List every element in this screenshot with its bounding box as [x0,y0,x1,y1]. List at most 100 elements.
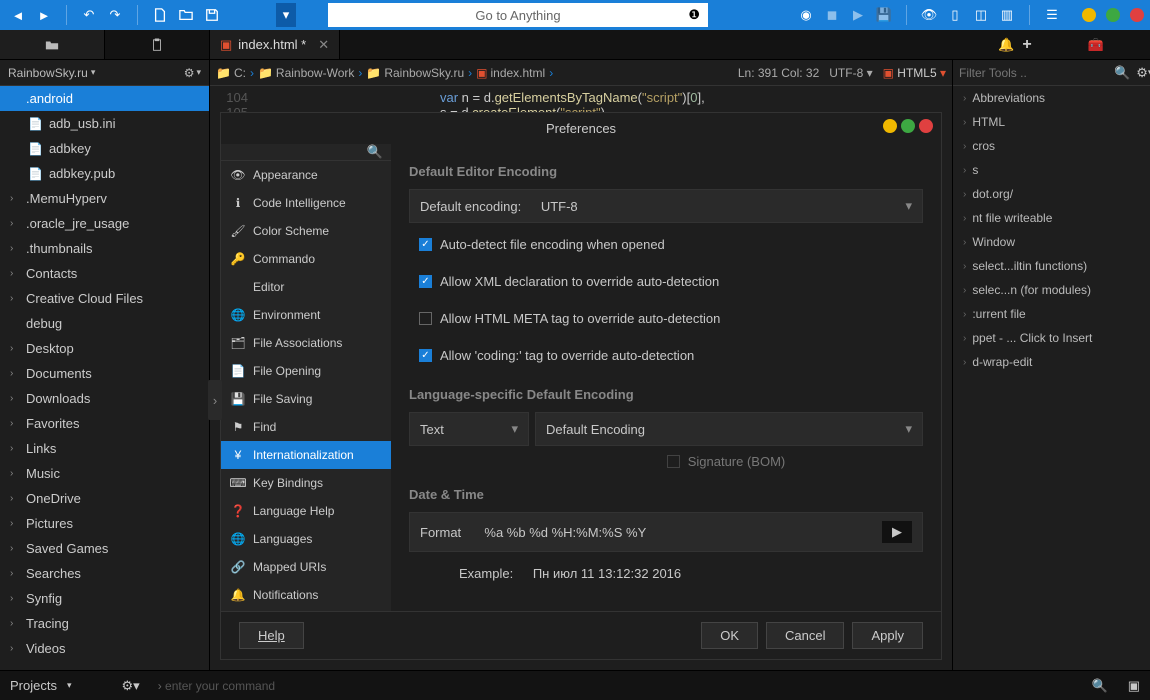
tree-folder[interactable]: ›Desktop [0,336,209,361]
filter-tools-input[interactable] [959,66,1114,80]
search-icon[interactable]: 🔍 [367,144,383,160]
editor-tab[interactable]: ▣ index.html * ✕ [210,30,340,59]
view-toggle-button[interactable]: 👁 [917,3,941,27]
bc-root[interactable]: 📁 C: [216,66,246,80]
tree-file[interactable]: 📄adbkey [0,136,209,161]
chk-coding-tag[interactable] [419,349,432,362]
help-button[interactable]: Help [239,622,304,649]
prefs-maximize-button[interactable] [901,119,915,133]
add-tab-button[interactable]: + [1022,36,1031,54]
tree-folder[interactable]: ›.oracle_jre_usage [0,211,209,236]
cancel-button[interactable]: Cancel [766,622,844,649]
prefs-nav-notifications[interactable]: 🔔Notifications [221,581,391,609]
close-window-button[interactable] [1130,8,1144,22]
tree-folder[interactable]: ›Documents [0,361,209,386]
stop-macro-button[interactable]: ◼ [820,3,844,27]
date-format-input[interactable]: Format %a %b %d %H:%M:%S %Y ▶ [409,512,923,552]
open-file-button[interactable] [174,3,198,27]
prefs-nav-mapped-uris[interactable]: 🔗Mapped URIs [221,553,391,581]
chk-signature-bom[interactable] [667,455,680,468]
goto-anything-input[interactable]: Go to Anything ❶ [328,3,708,27]
tool-item[interactable]: › Window [953,230,1150,254]
tool-item[interactable]: › selec...n (for modules) [953,278,1150,302]
prefs-nav-file-opening[interactable]: 📄File Opening [221,357,391,385]
tree-folder[interactable]: ›Favorites [0,411,209,436]
tool-item[interactable]: › HTML [953,110,1150,134]
prefs-nav-find[interactable]: ⚑Find [221,413,391,441]
tree-folder[interactable]: ›Contacts [0,261,209,286]
prefs-nav-appearance[interactable]: 👁Appearance [221,161,391,189]
expand-panel-button[interactable]: › [208,380,222,420]
prefs-nav-environment[interactable]: 🌐Environment [221,301,391,329]
layout-3-button[interactable]: ▥ [995,3,1019,27]
encoding-selector[interactable]: UTF-8 ▾ [829,66,872,80]
search-icon[interactable]: 🔍 [1114,65,1130,81]
bc-item[interactable]: 📁 Rainbow-Work [258,66,354,80]
redo-button[interactable]: ↷ [103,3,127,27]
maximize-button[interactable] [1106,8,1120,22]
new-file-button[interactable] [148,3,172,27]
tool-item[interactable]: › Abbreviations [953,86,1150,110]
tool-item[interactable]: › d-wrap-edit [953,350,1150,374]
play-macro-button[interactable]: ▶ [846,3,870,27]
lang-encoding-select[interactable]: Default Encoding▾ [535,412,923,446]
prefs-close-button[interactable] [919,119,933,133]
minimize-button[interactable] [1082,8,1096,22]
tree-folder[interactable]: ›Downloads [0,386,209,411]
tool-item[interactable]: › s [953,158,1150,182]
chk-xml[interactable] [419,275,432,288]
tree-folder[interactable]: debug [0,311,209,336]
nav-forward-button[interactable]: ► [32,3,56,27]
tree-file[interactable]: 📄adbkey.pub [0,161,209,186]
chk-autodetect[interactable] [419,238,432,251]
prefs-nav-commando[interactable]: 🔑Commando [221,245,391,273]
tree-folder[interactable]: ›Creative Cloud Files [0,286,209,311]
layout-2-button[interactable]: ◫ [969,3,993,27]
tree-folder[interactable]: ›Searches [0,561,209,586]
gear-icon[interactable]: ⚙▾ [1136,65,1150,81]
close-tab-icon[interactable]: ✕ [318,37,329,53]
tree-folder[interactable]: ›Tracing [0,611,209,636]
tool-item[interactable]: › :urrent file [953,302,1150,326]
bc-item[interactable]: 📁 RainbowSky.ru [366,66,464,80]
tree-file[interactable]: 📄adb_usb.ini [0,111,209,136]
prefs-nav-key-bindings[interactable]: ⌨Key Bindings [221,469,391,497]
projects-gear-icon[interactable]: ⚙▾ [122,678,140,694]
bc-file[interactable]: ▣ index.html [476,66,545,80]
menu-button[interactable]: ☰ [1040,3,1064,27]
ok-button[interactable]: OK [701,622,758,649]
prefs-nav-file-associations[interactable]: 🗂File Associations [221,329,391,357]
toolbox-icon[interactable]: 🧰 [1088,37,1104,53]
tree-folder[interactable]: ›Music [0,461,209,486]
tool-item[interactable]: › dot.org/ [953,182,1150,206]
projects-label[interactable]: Projects [10,678,57,693]
tree-folder[interactable]: ›.MemuHyperv [0,186,209,211]
prefs-nav-internationalization[interactable]: ¥Internationalization [221,441,391,469]
language-selector[interactable]: ▣ HTML5 ▾ [883,66,946,80]
undo-button[interactable]: ↶ [77,3,101,27]
prefs-nav-file-saving[interactable]: 💾File Saving [221,385,391,413]
tool-item[interactable]: › cros [953,134,1150,158]
tree-folder[interactable]: ›Videos [0,636,209,661]
tree-folder[interactable]: ›Pictures [0,511,209,536]
tree-folder[interactable]: .android [0,86,209,111]
save-button[interactable] [200,3,224,27]
tree-folder[interactable]: ›OneDrive [0,486,209,511]
chk-html-meta[interactable] [419,312,432,325]
prefs-nav-languages[interactable]: 🌐Languages [221,525,391,553]
apply-button[interactable]: Apply [852,622,923,649]
play-format-button[interactable]: ▶ [882,521,912,543]
tree-folder[interactable]: ›Saved Games [0,536,209,561]
tree-folder[interactable]: ›Links [0,436,209,461]
tool-item[interactable]: › select...iltin functions) [953,254,1150,278]
notification-icon[interactable]: 🔔 [998,37,1014,53]
prefs-nav-editor[interactable]: Editor [221,273,391,301]
prefs-nav-color-scheme[interactable]: 🖌Color Scheme [221,217,391,245]
prefs-minimize-button[interactable] [883,119,897,133]
prefs-nav-code-intelligence[interactable]: ℹCode Intelligence [221,189,391,217]
command-input[interactable]: › enter your command [150,679,1082,693]
terminal-icon[interactable]: ▣ [1128,678,1140,694]
tool-item[interactable]: › nt file writeable [953,206,1150,230]
language-select[interactable]: Text▾ [409,412,529,446]
layout-1-button[interactable]: ▯ [943,3,967,27]
